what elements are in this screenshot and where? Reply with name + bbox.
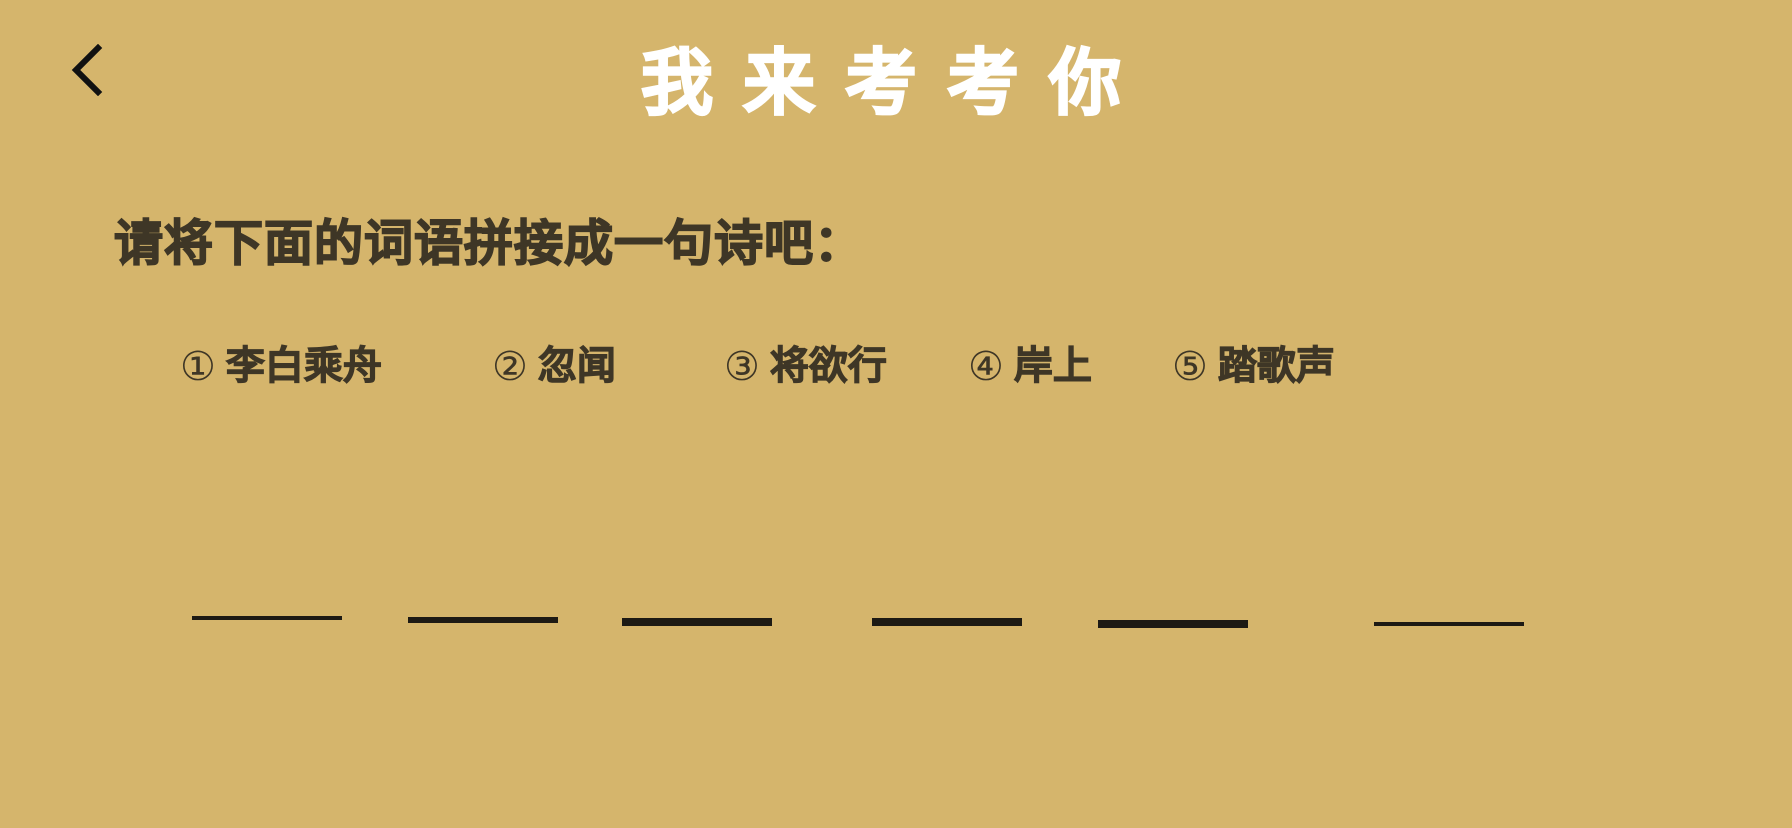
option-number: ④: [968, 344, 1004, 390]
option-number: ②: [492, 344, 528, 390]
option-label: 踏歌声: [1217, 344, 1335, 389]
answer-blank-2[interactable]: [408, 617, 558, 623]
answer-blank-1[interactable]: [192, 616, 342, 620]
page-title: 我来考考你: [640, 40, 1151, 126]
option-label: 李白乘舟: [225, 344, 382, 389]
option-item-3[interactable]: ③ 将欲行: [724, 344, 887, 390]
answer-blank-5[interactable]: [1098, 620, 1248, 628]
option-number: ①: [180, 344, 216, 390]
instruction-text: 请将下面的词语拼接成一句诗吧：: [113, 214, 865, 273]
answer-blank-3[interactable]: [622, 618, 772, 626]
option-label: 将欲行: [769, 344, 887, 389]
answer-blank-6[interactable]: [1374, 622, 1524, 626]
option-item-2[interactable]: ② 忽闻: [492, 344, 616, 390]
option-number: ③: [724, 344, 760, 390]
option-number: ⑤: [1172, 344, 1208, 390]
option-label: 岸上: [1013, 344, 1092, 389]
option-label: 忽闻: [537, 344, 616, 389]
answer-blank-4[interactable]: [872, 618, 1022, 626]
option-item-5[interactable]: ⑤ 踏歌声: [1172, 344, 1335, 390]
option-item-1[interactable]: ① 李白乘舟: [180, 344, 382, 390]
option-item-4[interactable]: ④ 岸上: [968, 344, 1092, 390]
